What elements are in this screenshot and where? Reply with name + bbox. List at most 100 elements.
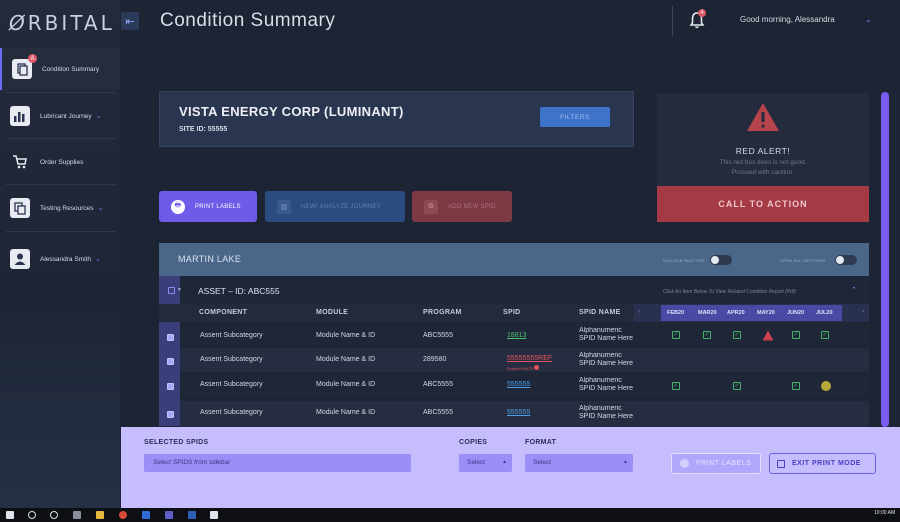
alert-dot-icon [533,365,539,370]
button-label: ADD NEW SPID [448,203,496,210]
analyze-journey-button[interactable]: ▥ NEW! ANALYZE JOURNEY [265,191,405,222]
sidebar-item-label: Alessandra Smith [40,255,91,263]
row-checkbox[interactable] [167,411,174,418]
column-header-program: PROGRAM [423,309,462,316]
sidebar-item-lubricant-journey[interactable]: Lubricant Journey ⌄ [0,95,120,137]
check-icon[interactable]: ✓ [792,331,800,339]
cell-module: Module Name & ID [316,381,376,388]
format-label: FORMAT [525,439,557,446]
alert-card: RED ALERT! This red box does is not good… [657,93,869,186]
exit-icon [777,459,785,468]
print-labels-button[interactable]: 🖶 PRINT LABELS [159,191,257,222]
selected-spids-field[interactable]: Select SPIDS from sidebar [144,454,411,472]
add-new-spid-button[interactable]: ⧉ ADD NEW SPID [412,191,512,222]
column-header-module: MODULE [316,309,349,316]
cell-component: Assent Subcategory [200,356,263,363]
taskbar-app-icon[interactable] [210,511,218,519]
spid-name-line: SPID Name Here [579,360,634,367]
chevron-down-icon[interactable]: ⌄ [865,15,872,24]
sidebar-item-condition-summary[interactable]: A Condition Summary [0,48,120,90]
month-header: APR20 [727,310,745,316]
call-to-action-button[interactable]: CALL TO ACTION [657,186,869,222]
vertical-scrollbar[interactable] [881,92,889,427]
cell-module: Module Name & ID [316,356,376,363]
sidebar-item-testing-resources[interactable]: Testing Resources ⌄ [0,187,120,229]
alert-message: This red box does is not good. [719,159,807,166]
warning-icon[interactable] [762,330,774,341]
sidebar-item-user[interactable]: Alessandra Smith ⌄ [0,238,120,280]
spid-link[interactable]: 555555 [507,409,530,416]
chevron-right-icon[interactable]: › [862,309,864,315]
warning-icon [747,103,779,131]
nav-badge: A [28,54,37,63]
column-header-component: COMPONENT [199,309,248,316]
teams-icon[interactable] [165,511,173,519]
divider [6,231,116,232]
filters-button[interactable]: FILTERS [540,107,610,127]
caret-up-icon: ▲ [623,459,628,465]
cell-program: ABC5555 [423,381,453,388]
logo: ØRBITAL [9,11,115,35]
chevron-down-icon[interactable]: ▼ [177,287,182,293]
windows-start-icon[interactable] [6,511,14,519]
check-icon[interactable]: ✓ [672,331,680,339]
print-panel: SELECTED SPIDS Select SPIDS from sidebar… [121,427,900,508]
cell-program: ABC5555 [423,332,453,339]
chrome-icon[interactable] [119,511,127,519]
cell-module: Module Name & ID [316,409,376,416]
file-explorer-icon[interactable] [96,511,104,519]
open-all-sections-toggle[interactable] [835,255,857,265]
spid-name-line: Alphanumeric [579,327,622,334]
cell-program: 289580 [423,356,447,363]
select-column [159,276,180,426]
search-icon[interactable] [28,511,36,519]
cell-spid-name: Alphanumeric SPID Name Here [579,352,634,368]
clock-date: · [874,516,876,521]
check-icon[interactable]: ✓ [703,331,711,339]
check-icon[interactable]: ✓ [821,331,829,339]
month-header: FEB20 [667,310,685,316]
logo-text: RBITAL [27,11,115,35]
button-label: NEW! ANALYZE JOURNEY [301,203,382,210]
group-header: MARTIN LAKE INCLUDE INACTIVE OPEN ALL SE… [159,243,869,276]
spid-link[interactable]: 18813 [507,332,526,339]
user-greeting[interactable]: Good morning, Alessandra [740,15,835,24]
asset-select-checkbox[interactable] [168,287,175,294]
taskbar-app-icon[interactable] [73,511,81,519]
outlook-icon[interactable] [142,511,150,519]
row-checkbox[interactable] [167,383,174,390]
chevron-up-icon[interactable]: ⌃ [851,286,857,294]
exit-print-mode-button[interactable]: EXIT PRINT MODE [769,453,876,474]
row-checkbox[interactable] [167,334,174,341]
sidebar-item-label: Testing Resources [40,204,94,212]
spid-name-line: SPID Name Here [579,385,634,392]
copies-label: COPIES [459,439,488,446]
check-icon[interactable]: ✓ [792,382,800,390]
print-labels-submit-button[interactable]: PRINT LABELS [671,453,761,474]
check-icon[interactable]: ✓ [672,382,680,390]
word-icon[interactable] [188,511,196,519]
toggle-knob [836,256,844,264]
spid-link[interactable]: 555555 [507,381,530,388]
include-inactive-toggle[interactable] [710,255,732,265]
document-icon: A [12,54,37,79]
spid-link[interactable]: 55555555REF [507,355,552,362]
collapse-sidebar-button[interactable]: ⇤ [121,12,139,30]
month-strip [661,305,842,321]
task-view-icon[interactable] [50,511,58,519]
format-select[interactable]: Select ▲ [525,454,633,472]
month-header: JUN20 [787,310,805,316]
row-checkbox[interactable] [167,358,174,365]
bar-chart-icon: ▥ [277,199,291,214]
check-icon[interactable]: ✓ [733,331,741,339]
selected-spids-label: SELECTED SPIDS [144,439,209,446]
caution-dot-icon[interactable] [821,381,831,391]
sidebar-item-order-supplies[interactable]: Order Supplies [0,141,120,183]
check-icon[interactable]: ✓ [733,382,741,390]
copies-select[interactable]: Select ▲ [459,454,512,472]
cell-module: Module Name & ID [316,332,376,339]
cell-program: ABC5555 [423,409,453,416]
expired-note: Expired 9/4/20 [507,365,539,371]
chevron-left-icon[interactable]: ‹ [638,309,640,315]
spid-name-line: SPID Name Here [579,413,634,420]
